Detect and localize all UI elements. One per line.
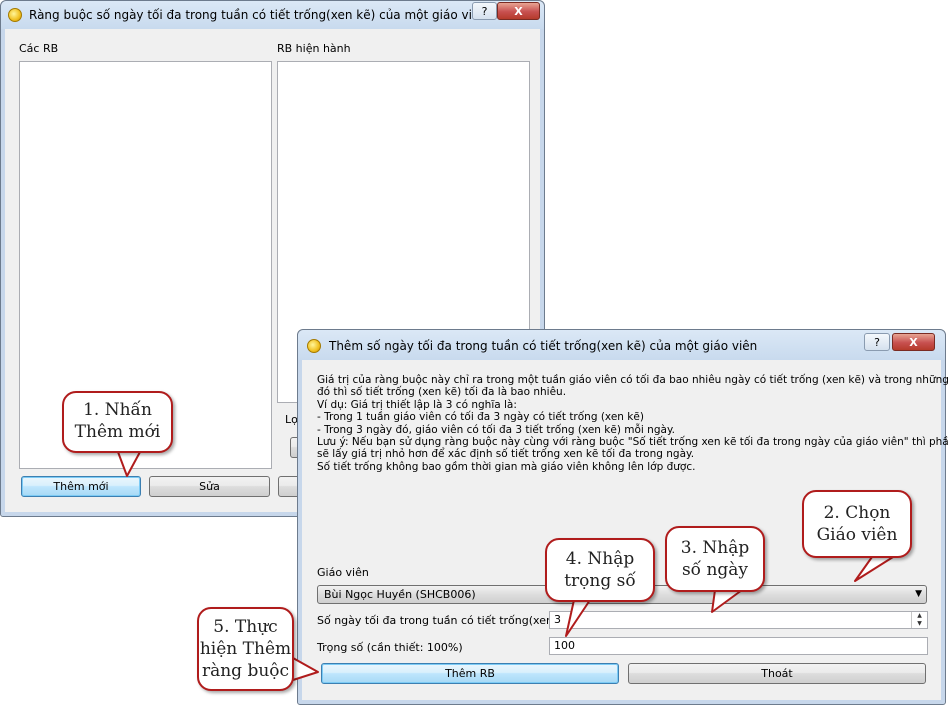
tail-step1 bbox=[117, 451, 141, 477]
callout-tails bbox=[117, 451, 894, 681]
tail-step3 bbox=[711, 589, 743, 613]
tail-step5 bbox=[292, 657, 319, 681]
callout-step1: 1. Nhấn Thêm mới bbox=[62, 391, 173, 453]
tail-step4 bbox=[565, 599, 591, 637]
callout-step4: 4. Nhập trọng số bbox=[545, 538, 655, 602]
callout-step3: 3. Nhập số ngày bbox=[665, 526, 765, 592]
callout-step2: 2. Chọn Giáo viên bbox=[802, 490, 912, 558]
tail-step2 bbox=[854, 556, 894, 582]
callout-step5: 5. Thực hiện Thêm ràng buộc bbox=[197, 607, 294, 691]
